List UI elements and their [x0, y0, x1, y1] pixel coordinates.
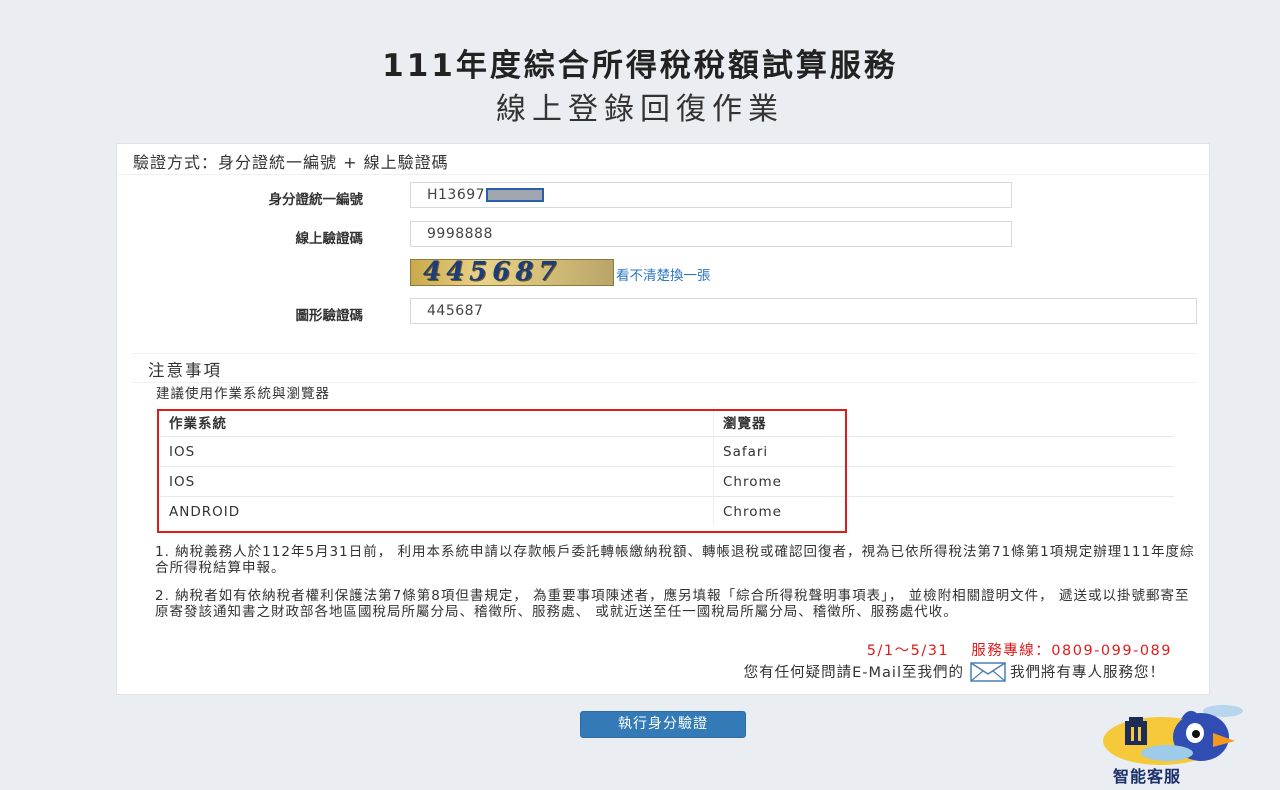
- redaction-mask: [486, 188, 545, 202]
- table-row: IOS Safari: [160, 436, 1174, 467]
- table-cell-empty: [863, 466, 1174, 497]
- page-title: 111年度綜合所得稅稅額試算服務: [382, 48, 898, 84]
- id-number-value: H13697: [427, 187, 486, 203]
- table-cell-browser: Chrome: [713, 496, 863, 526]
- page-subtitle: 線上登錄回復作業: [496, 92, 784, 127]
- table-cell-browser: Chrome: [713, 466, 863, 497]
- table-cell-os: ANDROID: [160, 496, 714, 526]
- mail-icon[interactable]: [970, 662, 1006, 682]
- captcha-text: 445687: [423, 259, 562, 286]
- captcha-image: 445687: [410, 259, 614, 286]
- column-header-os: 作業系統: [169, 415, 227, 432]
- table-row: IOS Chrome: [160, 466, 1174, 497]
- table-cell-empty: [863, 407, 1174, 437]
- assistant-mascot-icon: [1103, 705, 1243, 765]
- table-cell-empty: [863, 496, 1174, 526]
- id-number-label: 身分證統一編號: [268, 192, 364, 208]
- verification-panel: 驗證方式：身分證統一編號 + 線上驗證碼 身分證統一編號 H13697 線上驗證…: [116, 143, 1210, 695]
- notice-paragraph-1: 1. 納稅義務人於112年5月31日前， 利用本系統申請以存款帳戶委託轉帳繳納稅…: [155, 544, 1195, 576]
- graphic-code-input[interactable]: 445687: [410, 298, 1197, 324]
- divider: [117, 174, 1209, 175]
- table-row: ANDROID Chrome: [160, 496, 1174, 526]
- id-number-input[interactable]: H13697: [410, 182, 1012, 208]
- divider: [132, 353, 1197, 354]
- column-header-browser: 瀏覽器: [713, 407, 863, 437]
- verify-identity-button[interactable]: 執行身分驗證: [580, 711, 746, 738]
- table-cell-empty: [863, 436, 1174, 467]
- assistant-label: 智能客服: [1113, 767, 1182, 786]
- online-code-input[interactable]: 9998888: [410, 221, 1012, 247]
- recommend-text: 建議使用作業系統與瀏覽器: [156, 386, 330, 402]
- smart-assistant-widget[interactable]: 智能客服: [1103, 703, 1249, 787]
- table-cell-browser: Safari: [713, 436, 863, 467]
- contact-line: 您有任何疑問請E-Mail至我們的 我們將有專人服務您！: [744, 661, 1165, 682]
- service-hotline: 5/1～5/31 服務專線：0809-099-089: [866, 643, 1172, 659]
- table-header-row: 作業系統 瀏覽器: [160, 407, 1174, 437]
- notice-title: 注意事項: [148, 361, 222, 380]
- os-browser-table: 作業系統 瀏覽器 IOS Safari IOS Chrome ANDROID C…: [160, 407, 1174, 526]
- verification-method-label: 驗證方式：身分證統一編號 + 線上驗證碼: [133, 153, 449, 172]
- contact-text-after: 我們將有專人服務您！: [1010, 665, 1165, 681]
- table-cell-os: IOS: [160, 436, 714, 467]
- table-cell-os: IOS: [160, 466, 714, 497]
- refresh-captcha-link[interactable]: 看不清楚換一張: [616, 264, 711, 284]
- contact-text-before: 您有任何疑問請E-Mail至我們的: [743, 665, 964, 681]
- online-code-label: 線上驗證碼: [295, 231, 364, 247]
- graphic-code-label: 圖形驗證碼: [295, 308, 364, 324]
- notice-paragraph-2: 2. 納稅者如有依納稅者權利保護法第7條第8項但書規定， 為重要事項陳述者，應另…: [155, 588, 1190, 620]
